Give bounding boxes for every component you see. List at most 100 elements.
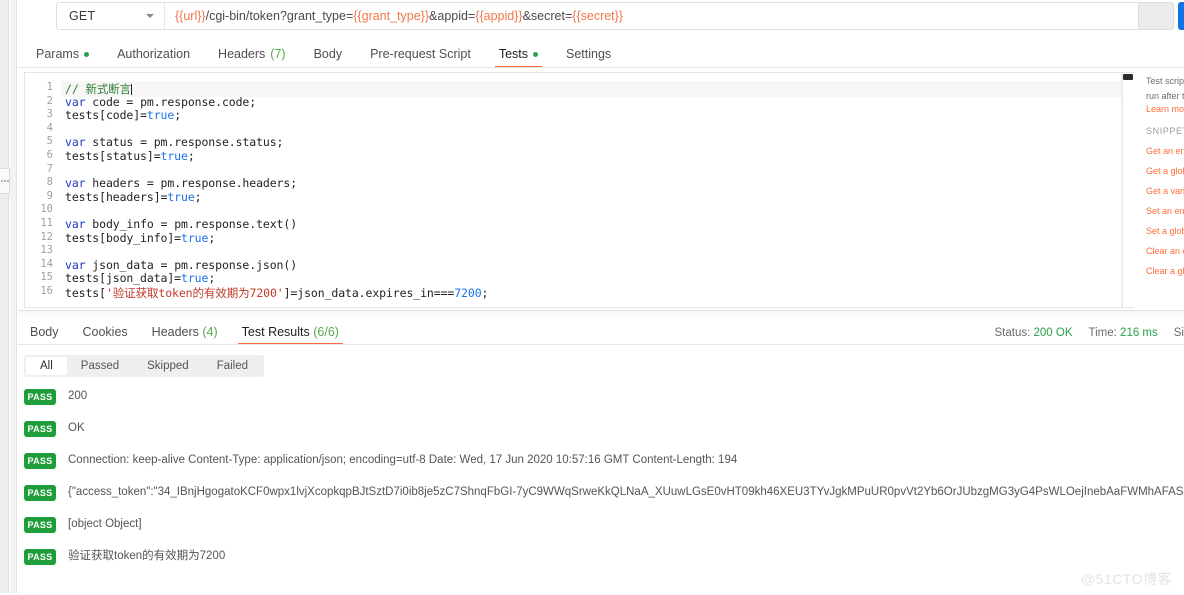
test-results-list: PASS 200 PASS OK PASS Connection: keep-alive … [24, 388, 1184, 580]
test-result-text: 验证获取token的有效期为7200 [68, 550, 226, 562]
test-result-text: {"access_token":"34_IBnjHgogatoKCF0wpx1l… [68, 486, 1184, 498]
request-tab-label: Pre-request Script [370, 47, 471, 61]
response-tab-body[interactable]: Body [18, 325, 71, 345]
url-segment-6: {{secret}} [572, 9, 624, 23]
test-result-row: PASS Connection: keep-alive Content-Type:… [24, 452, 1184, 484]
request-tab-tests[interactable]: Tests [485, 47, 552, 68]
filter-pill-passed[interactable]: Passed [67, 357, 133, 375]
editor-line-number: 9 [46, 189, 53, 202]
editor-code-line: tests['验证获取token的有效期为7200']=json_data.ex… [65, 286, 489, 300]
time-label: Time: [1088, 327, 1117, 339]
send-button[interactable] [1178, 2, 1184, 30]
status-value: 200 OK [1033, 327, 1073, 339]
editor-code-line: var json_data = pm.response.json() [65, 257, 298, 272]
snippets-heading: SNIPPETS [1146, 126, 1184, 136]
editor-code-line: var status = pm.response.status; [65, 135, 284, 150]
editor-code-line: var code = pm.response.code; [65, 94, 257, 109]
url-bar-container: GET {{url}}/cgi-bin/token?grant_type={{g… [56, 2, 1174, 30]
editor-line-number-gutter: 1 2 3 4 5 6 7 8 9 10 11 12 13 14 15 16 [25, 73, 61, 307]
test-result-text: 200 [68, 390, 88, 402]
response-tab-label: Test Results [241, 325, 310, 339]
snippet-item-3[interactable]: Set an env [1146, 206, 1184, 216]
request-tab-label: Headers [218, 47, 266, 61]
filter-pill-all[interactable]: All [26, 357, 67, 375]
status-badge: PASS [24, 421, 56, 437]
status-meta: Status: 200 OK [995, 327, 1073, 339]
editor-line-number: 15 [40, 271, 53, 284]
snippets-list: Get an env Get a glob Get a vari Set an env… [1146, 146, 1184, 276]
editor-line-number: 13 [40, 244, 53, 257]
request-tab-label: Tests [498, 47, 528, 61]
test-result-text: [object Object] [68, 518, 142, 530]
editor-line-number: 6 [46, 149, 53, 161]
request-tab-label: Body [313, 47, 343, 61]
status-label: Status: [994, 327, 1031, 339]
request-tab-headers[interactable]: Headers (7) [204, 47, 300, 68]
status-badge: PASS [24, 453, 56, 469]
request-tab-params[interactable]: Params [22, 47, 103, 68]
url-input[interactable]: {{url}}/cgi-bin/token?grant_type={{grant… [165, 3, 1173, 29]
url-segment-1: /cgi-bin/token?grant_type= [205, 9, 354, 23]
snippet-item-6[interactable]: Clear a glo [1146, 266, 1184, 276]
editor-line-number: 12 [40, 230, 53, 243]
request-tab-pre-request-script[interactable]: Pre-request Script [356, 47, 485, 68]
send-button-backdrop [1138, 2, 1174, 30]
status-badge: PASS [24, 517, 56, 533]
url-segment-5: &secret= [522, 9, 573, 23]
grip-dots-icon [0, 180, 9, 182]
snippet-item-4[interactable]: Set a glob [1146, 226, 1184, 236]
url-segment-3: &appid= [429, 9, 476, 23]
response-tab-test-results[interactable]: Test Results (6/6) [230, 325, 351, 345]
editor-code-line: tests[json_data]=true; [65, 271, 216, 286]
test-result-row: PASS 200 [24, 388, 1184, 420]
editor-code-area[interactable]: // 新式断言 var code = pm.response.code; tests… [61, 73, 1134, 307]
editor-line-number: 4 [46, 121, 53, 134]
snippet-item-1[interactable]: Get a glob [1146, 166, 1184, 176]
editor-scrollbar-thumb[interactable] [1123, 74, 1133, 80]
editor-line-number: 1 [46, 81, 53, 93]
editor-line-number: 16 [40, 285, 53, 297]
response-tab-label: Cookies [82, 325, 128, 339]
response-tab-cookies[interactable]: Cookies [71, 325, 140, 345]
test-result-filter-group: All Passed Skipped Failed [24, 355, 265, 377]
postman-window: GET {{url}}/cgi-bin/token?grant_type={{g… [0, 0, 1184, 595]
response-tab-headers[interactable]: Headers (4) [140, 325, 230, 345]
snippets-description-line2: run after t [1146, 91, 1184, 101]
test-result-row: PASS [object Object] [24, 516, 1184, 548]
snippet-item-2[interactable]: Get a vari [1146, 186, 1184, 196]
request-tab-body[interactable]: Body [300, 47, 357, 68]
request-tab-authorization[interactable]: Authorization [103, 47, 204, 68]
url-segment-2: {{grant_type}} [353, 9, 430, 23]
test-result-row: PASS {"access_token":"34_IBnjHgogatoKCF0w… [24, 484, 1184, 516]
editor-line-number: 10 [40, 203, 53, 216]
editor-line-number: 2 [46, 94, 53, 107]
tests-script-editor[interactable]: 1 2 3 4 5 6 7 8 9 10 11 12 13 14 15 16 // 新式断言 var code … [24, 72, 1134, 308]
learn-more-link[interactable]: Learn mor [1146, 104, 1184, 114]
editor-code-line: tests[headers]=true; [65, 189, 202, 204]
editor-code-line: var headers = pm.response.headers; [65, 176, 298, 191]
request-tab-label: Params [36, 47, 80, 61]
response-tabs-divider [18, 344, 1184, 345]
filter-pill-failed[interactable]: Failed [203, 357, 262, 375]
editor-line-number: 7 [46, 162, 53, 175]
snippet-item-5[interactable]: Clear an e [1146, 246, 1184, 256]
request-url-bar: GET {{url}}/cgi-bin/token?grant_type={{g… [18, 0, 1184, 36]
sidebar-collapse-handle[interactable] [0, 168, 10, 194]
left-rail-inner [10, 0, 17, 595]
http-method-select[interactable]: GET [57, 3, 165, 29]
response-tab-bar: Body Cookies Headers (4) Test Results (6/6)… [18, 320, 1184, 345]
request-tab-label: Authorization [117, 47, 191, 61]
time-value: 216 ms [1120, 327, 1158, 339]
left-rail-outer [0, 0, 9, 595]
watermark: @51CTO博客 [1080, 571, 1172, 587]
snippet-item-0[interactable]: Get an env [1146, 146, 1184, 156]
editor-code-line: tests[body_info]=true; [65, 230, 216, 245]
status-badge: PASS [24, 485, 56, 501]
filter-pill-skipped[interactable]: Skipped [133, 357, 203, 375]
test-result-text: Connection: keep-alive Content-Type: app… [68, 454, 738, 466]
editor-vertical-scrollbar[interactable] [1122, 73, 1134, 307]
test-result-text: OK [68, 422, 85, 434]
request-tab-settings[interactable]: Settings [552, 47, 625, 68]
editor-line-number: 8 [46, 176, 53, 189]
active-indicator-dot-icon [84, 51, 90, 57]
